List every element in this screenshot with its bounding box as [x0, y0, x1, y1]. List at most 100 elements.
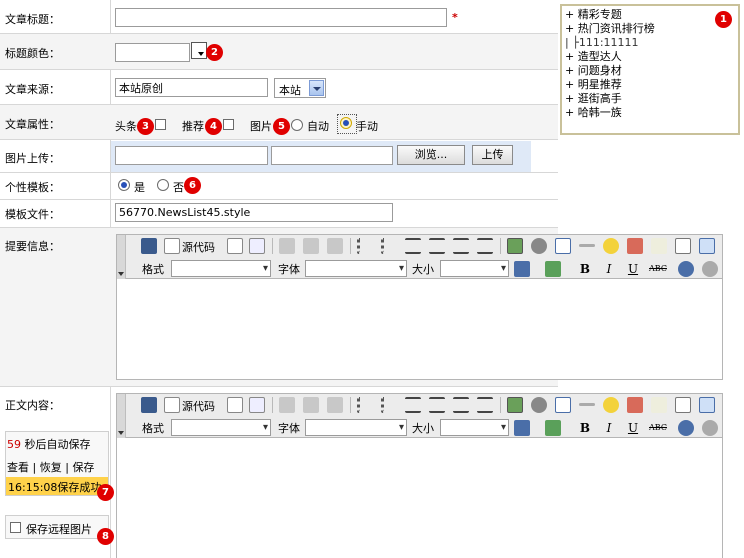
justify-icon[interactable] — [477, 397, 493, 413]
image-file-input[interactable] — [271, 146, 393, 165]
unlink-icon[interactable] — [702, 420, 718, 436]
bg-color-icon[interactable] — [545, 420, 561, 436]
fullscreen-icon[interactable] — [699, 238, 715, 254]
source-input[interactable] — [115, 78, 268, 97]
bold-icon[interactable]: B — [577, 420, 593, 436]
template-no-radio[interactable] — [157, 179, 169, 191]
new-page-icon[interactable] — [227, 397, 243, 413]
font-select[interactable] — [305, 260, 407, 277]
paste-word-icon[interactable] — [327, 238, 343, 254]
align-center-icon[interactable] — [429, 397, 445, 413]
underline-icon[interactable]: U — [625, 420, 641, 436]
special-char-icon[interactable] — [627, 397, 643, 413]
autosave-save-link[interactable]: 保存 — [72, 461, 94, 474]
smiley-icon[interactable] — [603, 238, 619, 254]
category-item[interactable]: + 精彩专题 — [565, 8, 622, 21]
flash-icon[interactable] — [531, 397, 547, 413]
cut-icon[interactable] — [279, 238, 295, 254]
paste-icon[interactable] — [303, 397, 319, 413]
numbered-list-icon[interactable] — [357, 397, 373, 413]
spellcheck-icon[interactable] — [651, 238, 667, 254]
autosave-view-link[interactable]: 查看 — [7, 461, 29, 474]
strikethrough-icon[interactable]: ABC — [647, 420, 669, 436]
image-icon[interactable] — [507, 238, 523, 254]
fullscreen-icon[interactable] — [699, 397, 715, 413]
category-tree-panel[interactable]: + 精彩专题 + 热门资讯排行榜 | ├111:11111 + 造型达人 + 问… — [560, 4, 740, 135]
horizontal-rule-icon[interactable] — [579, 403, 595, 406]
manual-radio[interactable] — [340, 117, 352, 129]
paste-icon[interactable] — [303, 238, 319, 254]
toolbar-collapse-handle[interactable] — [117, 235, 126, 279]
align-left-icon[interactable] — [405, 397, 421, 413]
table-icon[interactable] — [555, 238, 571, 254]
smiley-icon[interactable] — [603, 397, 619, 413]
source-code-label[interactable]: 源代码 — [182, 398, 215, 414]
special-char-icon[interactable] — [627, 238, 643, 254]
horizontal-rule-icon[interactable] — [579, 244, 595, 247]
category-item[interactable]: + 问题身材 — [565, 64, 622, 77]
strikethrough-icon[interactable]: ABC — [647, 261, 669, 277]
category-item[interactable]: | ├111:11111 — [565, 36, 639, 49]
category-item[interactable]: + 热门资讯排行榜 — [565, 22, 655, 35]
image-path-input[interactable] — [115, 146, 268, 165]
align-center-icon[interactable] — [429, 238, 445, 254]
category-item[interactable]: + 造型达人 — [565, 50, 622, 63]
content-editing-area[interactable] — [117, 439, 722, 558]
find-icon[interactable] — [675, 238, 691, 254]
underline-icon[interactable]: U — [625, 261, 641, 277]
paste-word-icon[interactable] — [327, 397, 343, 413]
size-select[interactable] — [440, 419, 509, 436]
italic-icon[interactable]: I — [601, 420, 617, 436]
title-color-input[interactable] — [115, 43, 190, 62]
color-picker-button[interactable] — [191, 42, 207, 59]
format-select[interactable] — [171, 260, 271, 277]
autosave-restore-link[interactable]: 恢复 — [40, 461, 62, 474]
size-select[interactable] — [440, 260, 509, 277]
text-color-icon[interactable] — [514, 420, 530, 436]
table-icon[interactable] — [555, 397, 571, 413]
bold-icon[interactable]: B — [577, 261, 593, 277]
link-icon[interactable] — [678, 420, 694, 436]
source-code-icon[interactable] — [164, 238, 180, 254]
font-select[interactable] — [305, 419, 407, 436]
align-right-icon[interactable] — [453, 397, 469, 413]
source-select[interactable]: 本站 — [274, 78, 326, 98]
flash-icon[interactable] — [531, 238, 547, 254]
recommend-checkbox[interactable] — [223, 119, 234, 130]
new-page-icon[interactable] — [227, 238, 243, 254]
bulleted-list-icon[interactable] — [381, 238, 397, 254]
italic-icon[interactable]: I — [601, 261, 617, 277]
source-code-label[interactable]: 源代码 — [182, 239, 215, 255]
preview-icon[interactable] — [249, 238, 265, 254]
category-item[interactable]: + 明星推荐 — [565, 78, 622, 91]
format-select[interactable] — [171, 419, 271, 436]
save-icon[interactable] — [141, 397, 157, 413]
auto-radio[interactable] — [291, 119, 303, 131]
align-right-icon[interactable] — [453, 238, 469, 254]
remote-image-checkbox[interactable] — [10, 522, 21, 533]
preview-icon[interactable] — [249, 397, 265, 413]
template-file-input[interactable] — [115, 203, 393, 222]
category-item[interactable]: + 逛街高手 — [565, 92, 622, 105]
unlink-icon[interactable] — [702, 261, 718, 277]
cut-icon[interactable] — [279, 397, 295, 413]
justify-icon[interactable] — [477, 238, 493, 254]
find-icon[interactable] — [675, 397, 691, 413]
category-item[interactable]: + 哈韩一族 — [565, 106, 622, 119]
browse-button[interactable]: 浏览... — [397, 145, 465, 165]
image-icon[interactable] — [507, 397, 523, 413]
headline-checkbox[interactable] — [155, 119, 166, 130]
bulleted-list-icon[interactable] — [381, 397, 397, 413]
toolbar-collapse-handle[interactable] — [117, 394, 126, 438]
bg-color-icon[interactable] — [545, 261, 561, 277]
link-icon[interactable] — [678, 261, 694, 277]
align-left-icon[interactable] — [405, 238, 421, 254]
spellcheck-icon[interactable] — [651, 397, 667, 413]
title-input[interactable] — [115, 8, 447, 27]
save-icon[interactable] — [141, 238, 157, 254]
summary-editing-area[interactable] — [117, 280, 722, 379]
numbered-list-icon[interactable] — [357, 238, 373, 254]
text-color-icon[interactable] — [514, 261, 530, 277]
template-yes-radio[interactable] — [118, 179, 130, 191]
source-code-icon[interactable] — [164, 397, 180, 413]
